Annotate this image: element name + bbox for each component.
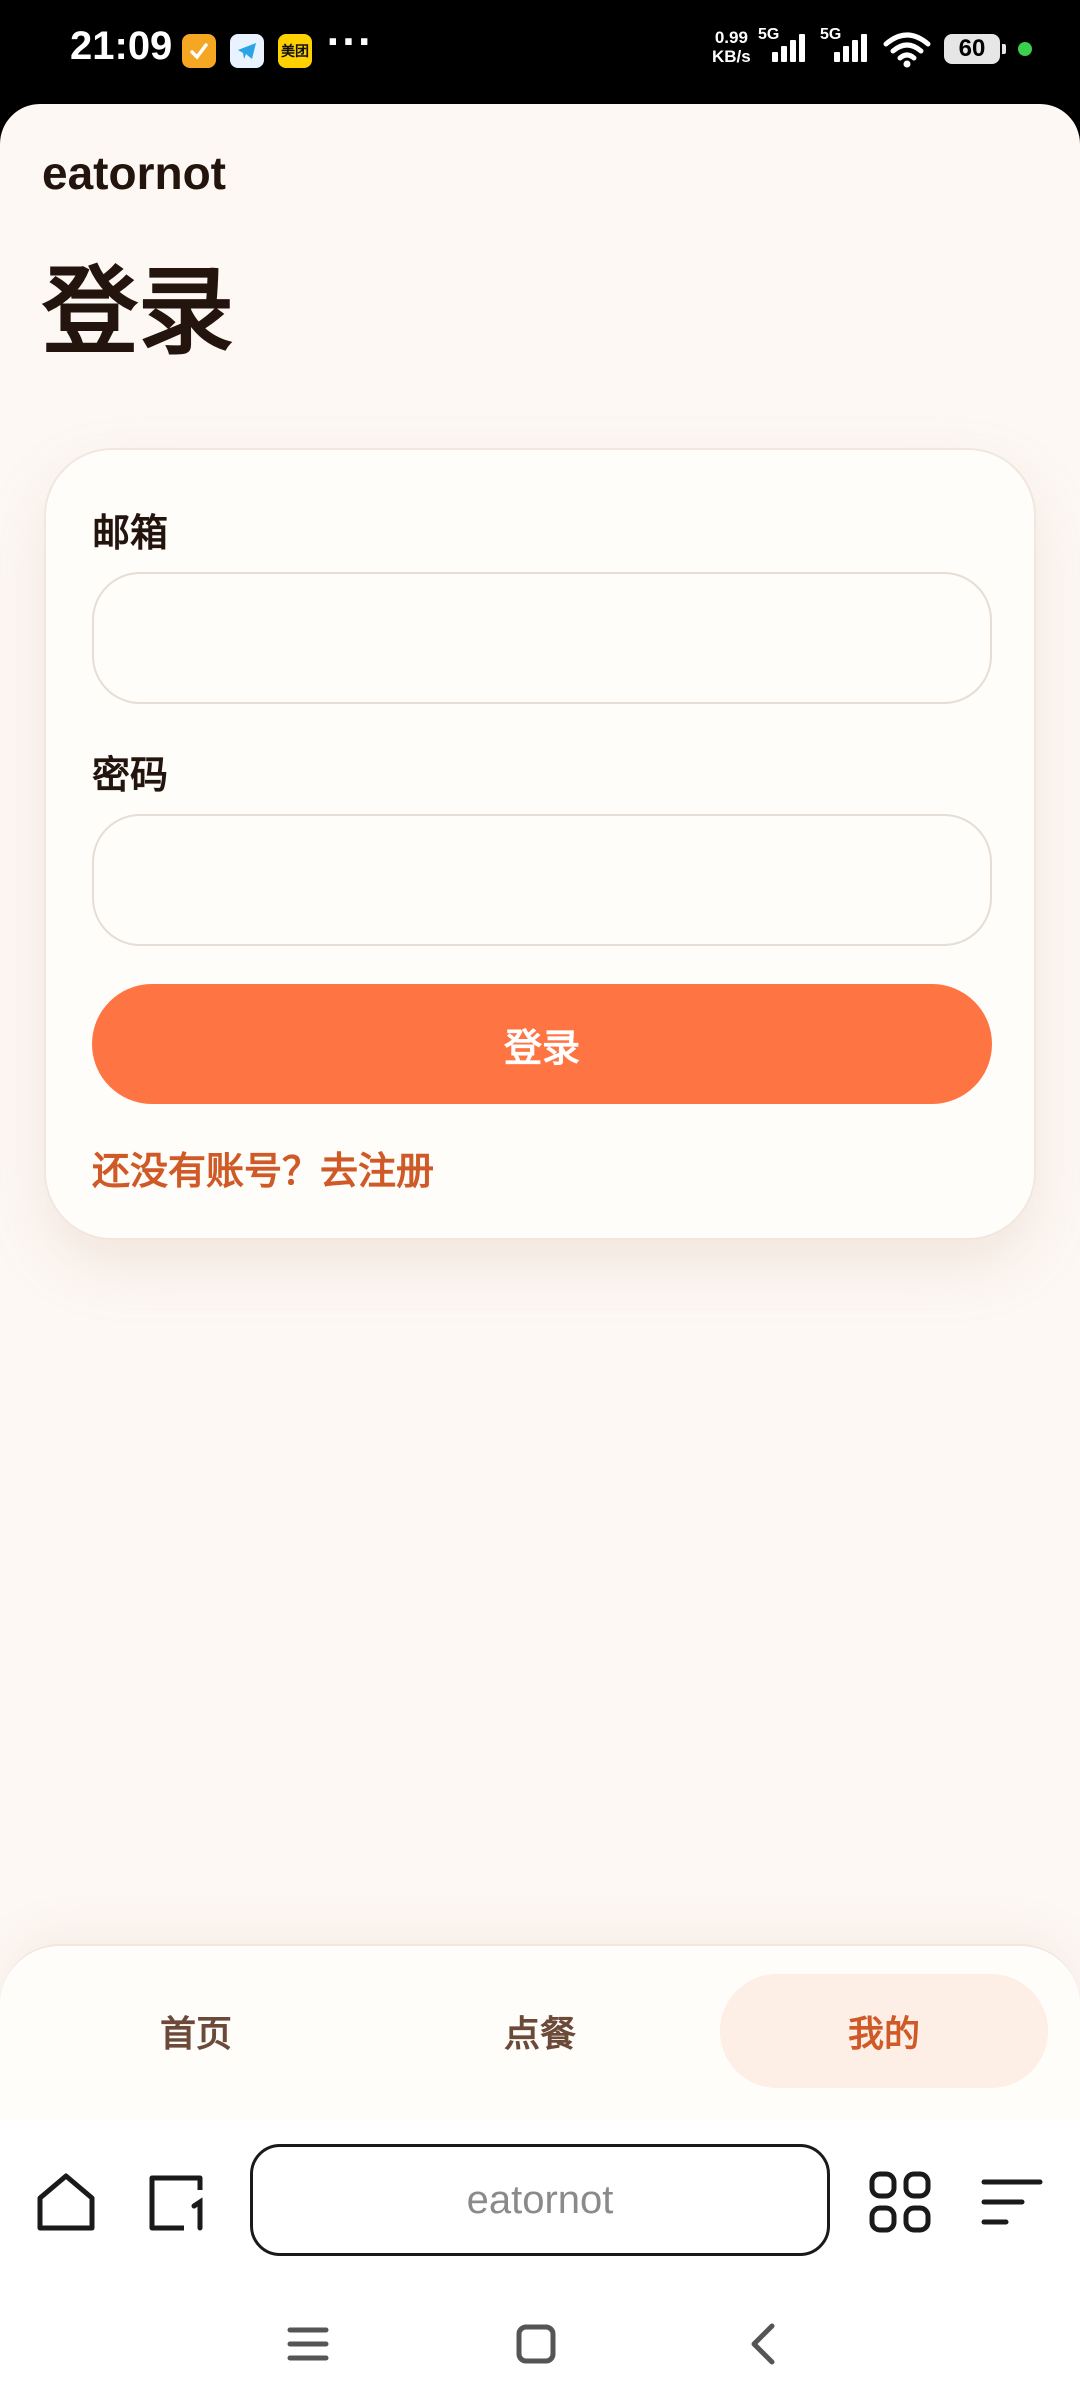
more-notifications-icon: ···	[326, 22, 374, 63]
email-field[interactable]	[92, 572, 992, 704]
clock: 21:09	[70, 24, 173, 68]
app-screen: eatornot 登录 邮箱 密码 登录 还没有账号？去注册 首页 点餐 我的	[0, 104, 1080, 2120]
browser-toolbar: eatornot	[0, 2120, 1080, 2284]
system-nav-bar	[0, 2284, 1080, 2400]
network-speed: 0.99 KB/s	[712, 28, 751, 66]
login-button[interactable]: 登录	[92, 984, 992, 1104]
url-bar[interactable]: eatornot	[250, 2144, 830, 2256]
home-icon[interactable]	[32, 2168, 100, 2236]
app-notification-icon	[182, 34, 216, 68]
email-label: 邮箱	[92, 511, 169, 555]
meituan-icon: 美团	[278, 34, 312, 68]
privacy-indicator-dot	[1018, 42, 1032, 56]
app-brand: eatornot	[42, 147, 226, 199]
password-field[interactable]	[92, 814, 992, 946]
signal-2-icon: 5G	[820, 26, 870, 68]
signal-2-label: 5G	[820, 26, 842, 43]
menu-icon[interactable]	[978, 2168, 1046, 2236]
nav-item-home[interactable]: 首页	[32, 1974, 360, 2088]
wifi-icon	[882, 30, 932, 70]
tabs-icon[interactable]	[144, 2168, 212, 2236]
apps-grid-icon[interactable]	[866, 2168, 934, 2236]
register-link[interactable]: 还没有账号？去注册	[92, 1140, 434, 1195]
signal-1-icon: 5G	[758, 26, 808, 68]
home-square-icon[interactable]	[506, 2314, 566, 2374]
login-card: 邮箱 密码 登录 还没有账号？去注册	[44, 448, 1036, 1240]
recents-icon[interactable]	[278, 2314, 338, 2374]
status-bar: 21:09 美团 ··· 0.99 KB/s 5G 5G 60	[0, 0, 1080, 104]
network-speed-unit: KB/s	[712, 47, 751, 66]
telegram-icon	[230, 34, 264, 68]
password-label: 密码	[92, 753, 169, 797]
battery-icon: 60	[944, 34, 1006, 64]
nav-item-order[interactable]: 点餐	[376, 1974, 704, 2088]
network-speed-value: 0.99	[714, 28, 748, 47]
nav-item-mine[interactable]: 我的	[720, 1974, 1048, 2088]
bottom-nav: 首页 点餐 我的	[0, 1944, 1080, 2120]
signal-1-label: 5G	[758, 26, 780, 43]
back-icon[interactable]	[734, 2314, 794, 2374]
page-title: 登录	[42, 256, 234, 368]
